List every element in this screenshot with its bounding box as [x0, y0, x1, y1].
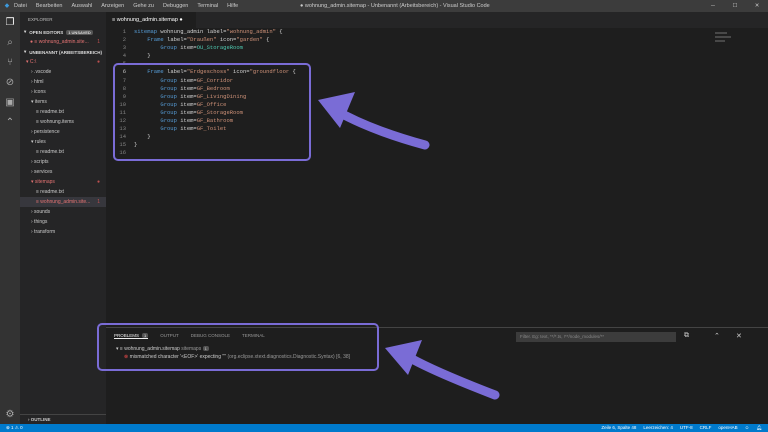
arrow-to-code — [330, 105, 430, 150]
annotation-arrows — [318, 92, 500, 400]
arrow-to-panel — [400, 350, 500, 400]
